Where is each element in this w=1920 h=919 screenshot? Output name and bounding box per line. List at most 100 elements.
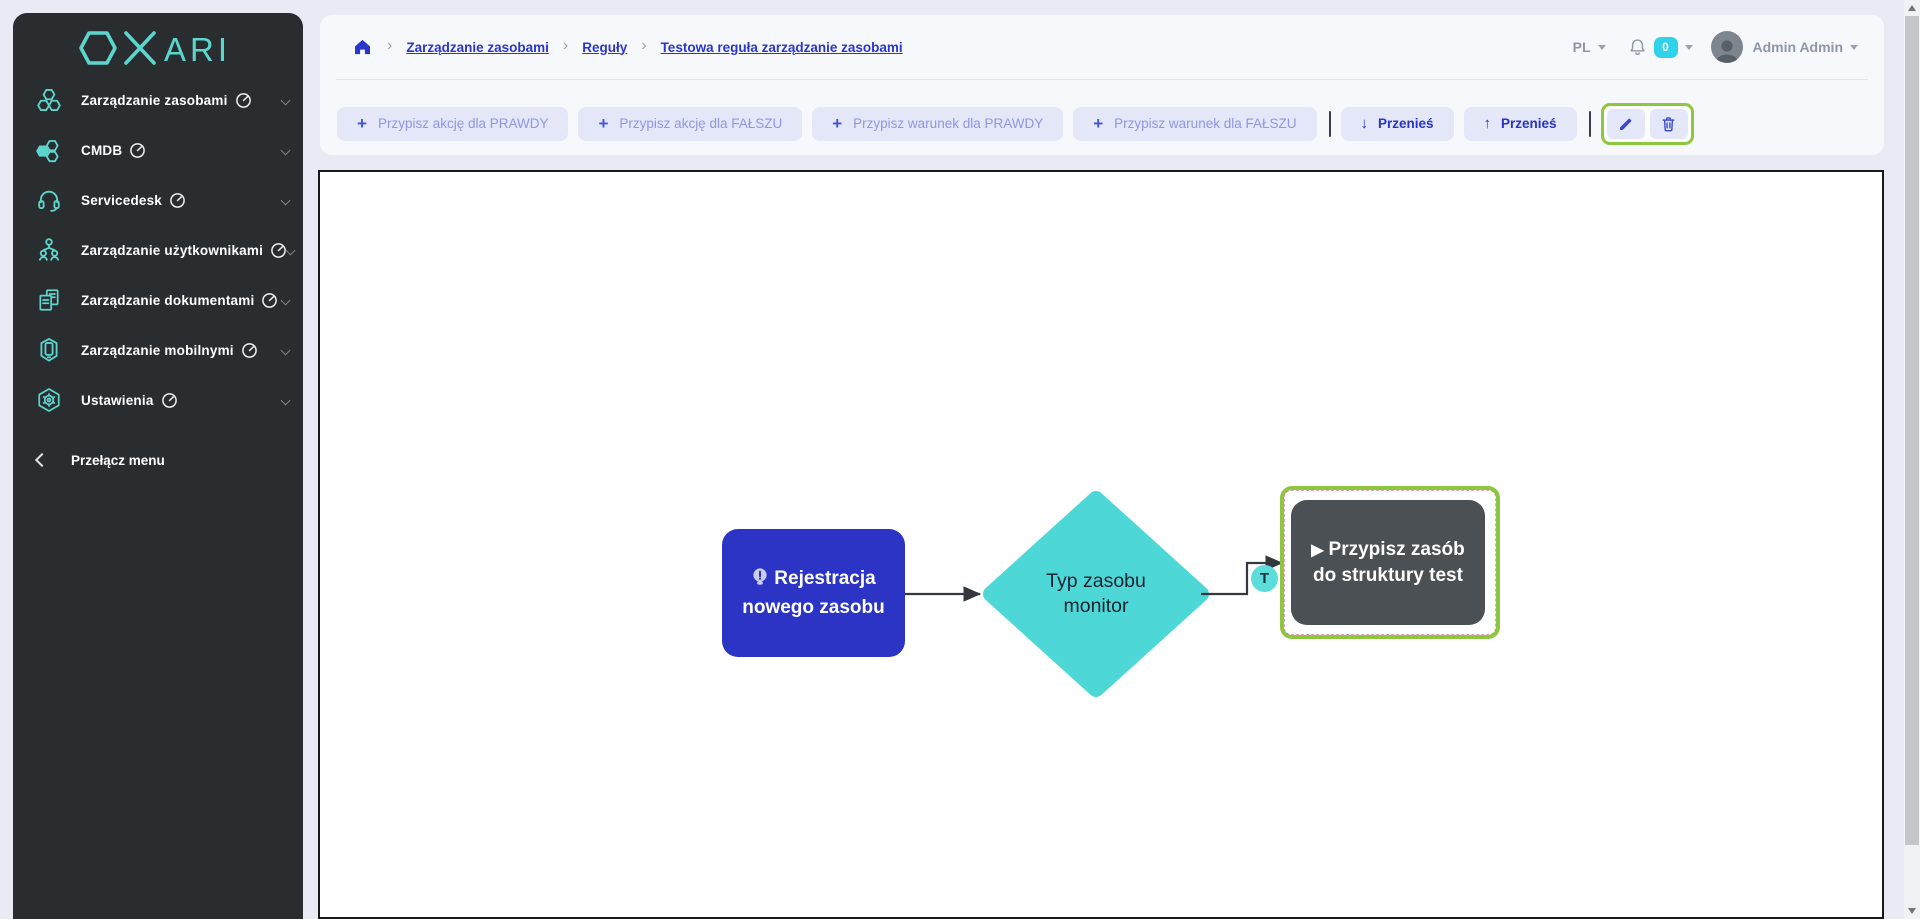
breadcrumb: › Zarządzanie zasobami › Reguły › Testow… xyxy=(352,37,903,57)
servicedesk-icon xyxy=(35,187,63,213)
button-label: Przypisz warunek dla FAŁSZU xyxy=(1114,116,1296,131)
breadcrumb-link-zarzadzanie-zasobami[interactable]: Zarządzanie zasobami xyxy=(406,40,549,55)
chevron-down-icon xyxy=(286,245,296,255)
users-icon xyxy=(35,237,63,263)
scrollbar-down-arrow-icon[interactable] xyxy=(1908,908,1916,914)
condition-node[interactable]: Typ zasobu monitor xyxy=(1016,556,1176,632)
documents-icon xyxy=(35,287,63,313)
breadcrumb-separator-icon: › xyxy=(387,38,392,56)
assets-icon xyxy=(35,87,63,113)
toggle-menu-label: Przełącz menu xyxy=(71,453,165,468)
breadcrumb-separator-icon: › xyxy=(641,38,646,56)
button-label: Przypisz akcję dla PRAWDY xyxy=(378,116,549,131)
plus-icon: + xyxy=(357,115,367,132)
sidebar-item-label: Zarządzanie użytkownikami xyxy=(81,243,263,258)
trash-icon xyxy=(1660,115,1677,133)
chevron-down-icon xyxy=(281,395,291,405)
gauge-icon xyxy=(235,92,252,109)
assign-condition-false-button[interactable]: + Przypisz warunek dla FAŁSZU xyxy=(1073,107,1316,141)
gauge-icon xyxy=(129,142,146,159)
plus-icon: + xyxy=(598,115,608,132)
pencil-icon xyxy=(1617,115,1635,133)
plus-icon: + xyxy=(832,115,842,132)
cmdb-icon xyxy=(35,137,63,163)
toolbar: + Przypisz akcję dla PRAWDY + Przypisz a… xyxy=(320,80,1884,155)
toolbar-divider xyxy=(1589,111,1591,137)
caret-down-icon xyxy=(1598,45,1606,50)
sidebar-item-label: Servicedesk xyxy=(81,193,162,208)
breadcrumb-link-reguly[interactable]: Reguły xyxy=(582,40,627,55)
notifications-menu[interactable]: 0 xyxy=(1628,37,1693,58)
scrollbar-thumb[interactable] xyxy=(1905,16,1919,845)
gauge-icon xyxy=(169,192,186,209)
home-icon[interactable] xyxy=(352,37,373,57)
button-label: Przenieś xyxy=(1501,116,1557,131)
sidebar-item-servicedesk[interactable]: Servicedesk xyxy=(13,175,303,225)
sidebar-item-zarzadzanie-uzytkownikami[interactable]: Zarządzanie użytkownikami xyxy=(13,225,303,275)
button-label: Przypisz akcję dla FAŁSZU xyxy=(619,116,782,131)
sidebar-item-label: Zarządzanie zasobami xyxy=(81,93,228,108)
condition-node-label: Typ zasobu monitor xyxy=(1016,569,1176,620)
chevron-left-icon xyxy=(35,453,49,467)
sidebar-item-label: Ustawienia xyxy=(81,393,154,408)
chevron-down-icon xyxy=(281,345,291,355)
assign-action-true-button[interactable]: + Przypisz akcję dla PRAWDY xyxy=(337,107,568,141)
breadcrumb-separator-icon: › xyxy=(563,38,568,56)
arrow-down-icon: ↓ xyxy=(1361,116,1369,131)
oxari-logo-icon: ARI xyxy=(78,28,238,68)
action-node[interactable]: ▶Przypisz zasób do struktury test xyxy=(1291,500,1485,625)
edge-true-badge: T xyxy=(1251,565,1278,592)
sidebar-item-label: CMDB xyxy=(81,143,122,158)
sidebar-item-cmdb[interactable]: CMDB xyxy=(13,125,303,175)
chevron-down-icon xyxy=(281,295,291,305)
sidebar: ARI Zarządzanie zasobami xyxy=(13,13,303,919)
edit-delete-highlight-group xyxy=(1601,103,1694,145)
header-top-row: › Zarządzanie zasobami › Reguły › Testow… xyxy=(320,15,1884,79)
assign-condition-true-button[interactable]: + Przypisz warunek dla PRAWDY xyxy=(812,107,1063,141)
gauge-icon xyxy=(161,392,178,409)
plus-icon: + xyxy=(1093,115,1103,132)
sidebar-item-zarzadzanie-zasobami[interactable]: Zarządzanie zasobami xyxy=(13,75,303,125)
caret-down-icon xyxy=(1850,45,1858,50)
trigger-node[interactable]: Rejestracja nowego zasobu xyxy=(722,529,905,657)
caret-down-icon xyxy=(1685,45,1693,50)
app-root: ARI Zarządzanie zasobami xyxy=(0,0,1920,919)
assign-action-false-button[interactable]: + Przypisz akcję dla FAŁSZU xyxy=(578,107,802,141)
sidebar-item-ustawienia[interactable]: Ustawienia xyxy=(13,375,303,425)
svg-text:ARI: ARI xyxy=(164,31,231,68)
sidebar-item-zarzadzanie-dokumentami[interactable]: Zarządzanie dokumentami xyxy=(13,275,303,325)
sidebar-collapse-toggle[interactable]: Przełącz menu xyxy=(13,439,303,481)
toolbar-divider xyxy=(1329,111,1331,137)
user-name-label: Admin Admin xyxy=(1753,39,1843,55)
sidebar-menu: Zarządzanie zasobami CM xyxy=(13,75,303,425)
move-down-button[interactable]: ↓ Przenieś xyxy=(1341,107,1454,141)
button-label: Przypisz warunek dla PRAWDY xyxy=(853,116,1043,131)
chevron-down-icon xyxy=(281,95,291,105)
language-selector[interactable]: PL xyxy=(1573,39,1606,55)
avatar[interactable] xyxy=(1711,31,1743,63)
action-node-label: Przypisz zasób do struktury test xyxy=(1313,539,1465,586)
topbar-controls: PL 0 xyxy=(1573,31,1858,63)
logo: ARI xyxy=(13,13,303,75)
gauge-icon xyxy=(241,342,258,359)
scrollbar-up-arrow-icon[interactable] xyxy=(1908,5,1916,11)
bulb-icon xyxy=(751,567,769,595)
delete-button[interactable] xyxy=(1650,109,1688,139)
flow-edges-layer xyxy=(320,172,1882,917)
rule-diagram-canvas[interactable]: Rejestracja nowego zasobu Typ zasobu mon… xyxy=(318,170,1884,919)
edit-button[interactable] xyxy=(1607,109,1645,139)
edge-true-label: T xyxy=(1260,570,1269,587)
sidebar-item-label: Zarządzanie dokumentami xyxy=(81,293,254,308)
chevron-down-icon xyxy=(281,145,291,155)
sidebar-item-label: Zarządzanie mobilnymi xyxy=(81,343,234,358)
arrow-up-icon: ↑ xyxy=(1484,116,1492,131)
move-up-button[interactable]: ↑ Przenieś xyxy=(1464,107,1577,141)
breadcrumb-link-testowa-regula[interactable]: Testowa reguła zarządzanie zasobami xyxy=(661,40,903,55)
header-panel: › Zarządzanie zasobami › Reguły › Testow… xyxy=(320,15,1884,155)
language-label: PL xyxy=(1573,39,1591,55)
notification-count-badge: 0 xyxy=(1654,37,1678,58)
mobile-icon xyxy=(35,337,63,363)
user-menu[interactable]: Admin Admin xyxy=(1753,39,1858,55)
sidebar-item-zarzadzanie-mobilnymi[interactable]: Zarządzanie mobilnymi xyxy=(13,325,303,375)
bell-icon xyxy=(1628,37,1647,57)
